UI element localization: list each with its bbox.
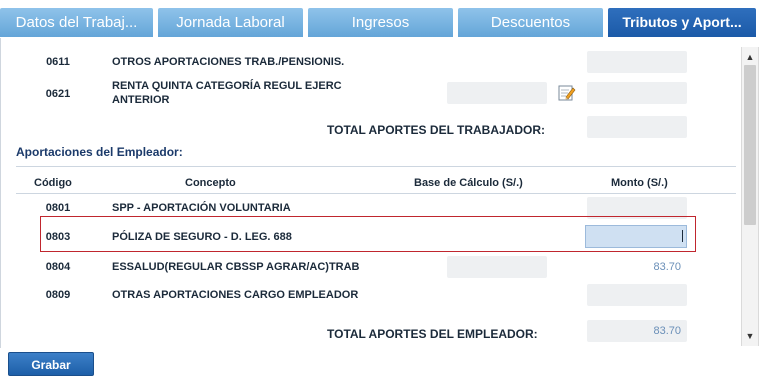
amount-field-0611[interactable] [587, 51, 687, 73]
tab-datos-trabajador[interactable]: Datos del Trabaj... [0, 8, 153, 37]
row-code-0803: 0803 [45, 231, 71, 243]
tab-tributos-aportaciones[interactable]: Tributos y Aport... [608, 8, 756, 37]
row-code-0804: 0804 [45, 261, 71, 273]
amount-field-0621[interactable] [587, 82, 687, 104]
base-field-0804[interactable] [447, 256, 547, 278]
tab-jornada-laboral[interactable]: Jornada Laboral [158, 8, 303, 37]
scrollbar-thumb[interactable] [744, 65, 756, 225]
vertical-scrollbar[interactable]: ▲ ▼ [741, 47, 759, 346]
base-field-0621[interactable] [447, 82, 547, 104]
tab-descuentos[interactable]: Descuentos [458, 8, 603, 37]
save-button[interactable]: Grabar [8, 352, 94, 376]
row-concept-0611: OTROS APORTACIONES TRAB./PENSIONIS. [112, 56, 345, 68]
row-concept-0801: SPP - APORTACIÓN VOLUNTARIA [112, 202, 291, 214]
tab-ingresos[interactable]: Ingresos [308, 8, 453, 37]
row-code-0801: 0801 [45, 202, 71, 214]
total-worker-label: TOTAL APORTES DEL TRABAJADOR: [327, 123, 546, 137]
col-header-concept: Concepto [185, 177, 236, 189]
amount-input-0803[interactable] [585, 225, 687, 248]
panel-left-border [0, 38, 1, 348]
row-concept-0621-line2: ANTERIOR [112, 94, 170, 106]
row-code-0809: 0809 [45, 289, 71, 301]
col-header-amount: Monto (S/.) [611, 177, 668, 189]
section-divider [16, 166, 736, 167]
row-code-0621: 0621 [45, 88, 71, 100]
row-code-0611: 0611 [46, 56, 70, 68]
edit-pencil-icon[interactable] [558, 84, 576, 102]
scroll-down-arrow-icon[interactable]: ▼ [742, 328, 758, 344]
total-employer-label: TOTAL APORTES DEL EMPLEADOR: [327, 327, 538, 341]
employer-section-title: Aportaciones del Empleador: [16, 145, 183, 159]
tab-bar: Datos del Trabaj... Jornada Laboral Ingr… [0, 0, 764, 40]
col-header-base: Base de Cálculo (S/.) [414, 177, 523, 189]
row-concept-0804: ESSALUD(REGULAR CBSSP AGRAR/AC)TRAB [112, 261, 360, 273]
amount-field-0804[interactable]: 83.70 [587, 256, 687, 278]
text-caret [682, 230, 683, 242]
row-concept-0809: OTRAS APORTACIONES CARGO EMPLEADOR [112, 289, 359, 301]
total-employer-field: 83.70 [587, 320, 687, 342]
amount-field-0809[interactable] [587, 284, 687, 306]
total-worker-field [587, 116, 687, 138]
header-divider [16, 193, 736, 194]
col-header-code: Código [34, 177, 72, 189]
row-concept-0803: PÓLIZA DE SEGURO - D. LEG. 688 [112, 231, 292, 243]
scroll-up-arrow-icon[interactable]: ▲ [742, 49, 758, 65]
row-concept-0621-line1: RENTA QUINTA CATEGORÍA REGUL EJERC [112, 80, 342, 92]
